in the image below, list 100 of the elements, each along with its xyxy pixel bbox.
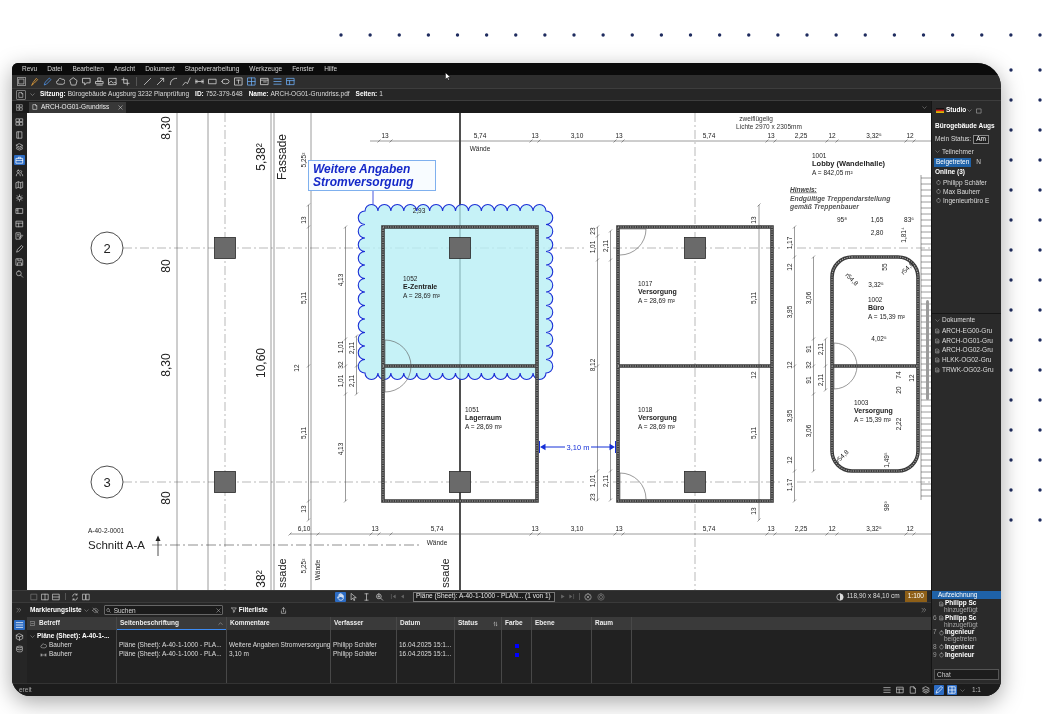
decorative-dot xyxy=(1009,458,1013,462)
document-icon[interactable] xyxy=(16,89,26,100)
cube-icon[interactable] xyxy=(14,632,25,642)
column xyxy=(214,237,236,259)
chevron-down-icon[interactable] xyxy=(959,687,965,693)
grid-icon[interactable] xyxy=(247,77,256,86)
document-icon xyxy=(32,104,38,110)
layers-icon[interactable] xyxy=(920,685,931,695)
decorative-dot xyxy=(747,33,751,37)
dimension-label: 5,38² xyxy=(254,143,268,171)
decorative-dot xyxy=(1009,248,1013,252)
document-icon xyxy=(935,338,940,345)
decorative-dot xyxy=(1009,518,1013,522)
decorative-dot xyxy=(426,33,431,37)
pen-icon[interactable] xyxy=(14,243,25,254)
table-icon[interactable] xyxy=(14,218,25,229)
briefcase-icon[interactable] xyxy=(14,155,25,166)
pen-icon[interactable] xyxy=(933,685,944,695)
thumbnails-icon[interactable] xyxy=(16,103,23,111)
search-icon xyxy=(105,607,111,613)
next-page-icon[interactable] xyxy=(559,593,566,600)
list-icon[interactable] xyxy=(14,620,25,630)
layers-icon[interactable] xyxy=(14,142,25,153)
text-box-icon[interactable] xyxy=(234,77,243,86)
sync-icon[interactable] xyxy=(71,592,79,601)
zoom-icon[interactable] xyxy=(374,591,385,602)
people-icon[interactable] xyxy=(14,167,25,178)
table-icon[interactable] xyxy=(894,685,905,695)
edit-icon[interactable] xyxy=(14,231,25,242)
rectangle-icon[interactable] xyxy=(208,77,217,86)
pointer-icon[interactable] xyxy=(348,591,359,602)
dimension-label: 80 xyxy=(159,259,173,273)
compare-icon[interactable] xyxy=(82,592,90,601)
list-icon[interactable] xyxy=(273,77,282,86)
text-select-icon[interactable] xyxy=(361,591,372,602)
contrast-icon[interactable] xyxy=(835,592,844,601)
door-swing xyxy=(833,342,858,367)
book-icon[interactable] xyxy=(14,129,25,140)
polygon-icon[interactable] xyxy=(69,77,78,86)
arc-icon[interactable] xyxy=(169,77,178,86)
section-label: Schnitt A-A xyxy=(88,539,145,551)
callout-icon[interactable] xyxy=(82,77,91,86)
decorative-dot xyxy=(863,33,867,37)
facade-label: Fassade xyxy=(275,134,289,180)
column xyxy=(449,471,471,493)
chevron-down-icon[interactable] xyxy=(922,104,927,110)
facade-label: ssade xyxy=(276,558,288,588)
image-icon[interactable] xyxy=(108,77,117,86)
polyline-icon[interactable] xyxy=(182,77,191,86)
decorative-dot xyxy=(805,33,809,37)
double-chevron-icon[interactable] xyxy=(921,607,927,613)
close-icon[interactable] xyxy=(118,104,124,110)
arrow-icon[interactable] xyxy=(156,77,165,86)
settings-icon[interactable] xyxy=(14,193,25,204)
decorative-dot xyxy=(1038,68,1042,72)
scrollbar-thumb[interactable] xyxy=(926,300,929,400)
circle-x-icon[interactable] xyxy=(584,592,592,601)
document-icon xyxy=(935,367,940,374)
stamp-icon[interactable] xyxy=(95,77,104,86)
thumbnails-icon[interactable] xyxy=(14,117,25,127)
decorative-dot xyxy=(1009,218,1013,222)
double-chevron-icon[interactable] xyxy=(16,607,22,613)
decorative-dot xyxy=(1009,338,1013,342)
decorative-dot xyxy=(1038,278,1042,282)
line-icon[interactable] xyxy=(143,77,152,86)
decorative-dot xyxy=(484,33,489,37)
dimension-icon[interactable] xyxy=(195,77,204,86)
decorative-dot xyxy=(572,33,576,37)
frame-icon[interactable] xyxy=(14,205,25,216)
map-icon[interactable] xyxy=(14,180,25,191)
sort-order-icon[interactable] xyxy=(493,620,498,627)
database-icon[interactable] xyxy=(14,644,25,654)
hidden-eye-icon[interactable] xyxy=(91,606,99,614)
clear-icon[interactable] xyxy=(215,607,221,613)
chevron-icon[interactable] xyxy=(30,634,35,639)
table-icon[interactable] xyxy=(286,77,295,86)
search-icon[interactable] xyxy=(14,269,25,280)
door-swing xyxy=(384,365,412,393)
export-icon[interactable] xyxy=(279,606,287,614)
document-icon[interactable] xyxy=(907,685,918,695)
cloud-icon[interactable] xyxy=(56,77,65,86)
hand-icon[interactable] xyxy=(335,591,346,602)
decorative-dot xyxy=(1038,338,1042,342)
split-vertical-icon[interactable] xyxy=(41,592,49,601)
chevron-down-icon[interactable] xyxy=(30,92,35,97)
decorative-dot xyxy=(1009,33,1013,37)
decorative-dot xyxy=(368,33,372,37)
decorative-dot xyxy=(455,33,460,37)
decorative-dot xyxy=(397,33,401,37)
list-icon[interactable] xyxy=(881,685,892,695)
collapse-icon[interactable] xyxy=(30,621,35,626)
split-horizontal-icon[interactable] xyxy=(52,592,60,601)
grid-icon[interactable] xyxy=(946,685,957,695)
window-icon[interactable] xyxy=(260,77,269,86)
crop-icon[interactable] xyxy=(121,77,130,86)
decorative-dot xyxy=(950,33,955,37)
decorative-dot xyxy=(834,33,838,37)
square-icon[interactable] xyxy=(17,77,26,86)
door-swing xyxy=(833,365,858,390)
highlighter-icon[interactable] xyxy=(30,77,39,86)
